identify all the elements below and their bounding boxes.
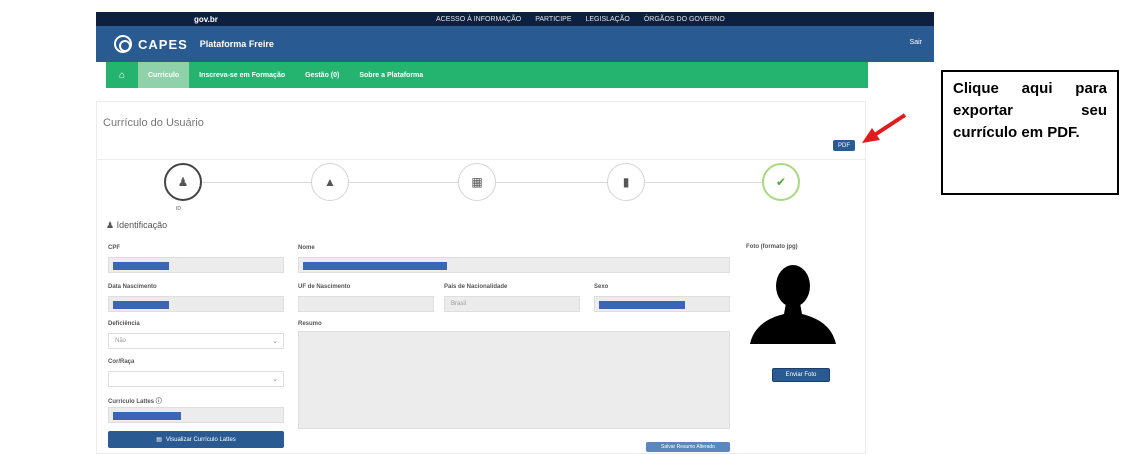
view-lattes-label: Visualizar Currículo Lattes [165, 436, 236, 443]
deficiencia-label: Deficiência [108, 321, 140, 327]
divider [97, 159, 865, 160]
document-icon: ▦ [471, 175, 483, 189]
view-lattes-button[interactable]: ▤ Visualizar Currículo Lattes [108, 431, 284, 448]
main-nav: ⌂ Currículo Inscreva-se em Formação Gest… [106, 62, 868, 88]
step-caption: ID [176, 206, 181, 212]
lattes-value-redacted [113, 412, 181, 420]
page-title: Currículo do Usuário [103, 117, 204, 129]
section-title-text: Identificação [116, 220, 168, 230]
cor-raca-select[interactable]: ⌄ [108, 371, 284, 387]
resumo-label: Resumo [298, 321, 322, 327]
lattes-field[interactable] [108, 407, 284, 423]
annotation-callout: Clique aqui para exportar seu currículo … [941, 70, 1119, 195]
file-icon: ▤ [156, 437, 162, 443]
lattes-label-text: Currículo Lattes [108, 399, 155, 405]
sexo-label: Sexo [594, 284, 609, 290]
brand[interactable]: CAPES Plataforma Freire [114, 35, 274, 53]
avatar-silhouette-icon [750, 265, 836, 344]
gov-link-orgaos[interactable]: ÓRGÃOS DO GOVERNO [644, 16, 725, 23]
gov-top-bar: gov.br ACESSO À INFORMAÇÃO PARTICIPE LEG… [96, 12, 934, 26]
user-area: Sair [900, 39, 922, 46]
cor-raca-label: Cor/Raça [108, 359, 135, 365]
brand-name: CAPES [138, 36, 188, 52]
gov-link-participe[interactable]: PARTICIPE [535, 16, 571, 23]
birth-date-label: Data Nascimento [108, 284, 157, 290]
cpf-value-redacted [113, 262, 169, 270]
gov-link-legislacao[interactable]: LEGISLAÇÃO [586, 16, 630, 23]
profile-photo [746, 256, 840, 348]
capes-logo-icon [114, 35, 132, 53]
export-pdf-button[interactable]: PDF [833, 140, 855, 151]
nav-item-gestao[interactable]: Gestão (0) [295, 62, 349, 88]
check-icon: ✔ [775, 175, 787, 189]
section-title: ♟ Identificação [106, 220, 167, 231]
chevron-down-icon: ⌄ [272, 338, 278, 345]
save-resume-button[interactable]: Salvar Resumo Alterado [646, 442, 730, 452]
product-name: Plataforma Freire [199, 39, 274, 49]
uf-nascimento-label: UF de Nascimento [298, 284, 351, 290]
gov-logo[interactable]: gov.br [194, 15, 218, 24]
uf-nascimento-field[interactable] [298, 296, 434, 312]
step-identification[interactable]: ♟ [164, 163, 202, 201]
deficiencia-value: Não [115, 338, 127, 344]
book-icon: ▮ [622, 175, 630, 189]
deficiencia-select[interactable]: Não ⌄ [108, 333, 284, 349]
nav-item-curriculo[interactable]: Currículo [138, 62, 190, 88]
step-complete[interactable]: ✔ [762, 163, 800, 201]
gov-links: ACESSO À INFORMAÇÃO PARTICIPE LEGISLAÇÃO… [422, 16, 725, 23]
birth-date-field[interactable] [108, 296, 284, 312]
capes-header: CAPES Plataforma Freire Sair [96, 26, 934, 62]
user-icon: ♟ [177, 175, 189, 189]
step-documents[interactable]: ▦ [458, 163, 496, 201]
pais-field[interactable]: Brasil [444, 296, 580, 312]
graduation-cap-icon: ▲ [324, 175, 336, 189]
nome-label: Nome [298, 245, 315, 251]
pais-label: País de Nacionalidade [444, 284, 508, 290]
nome-field[interactable] [298, 257, 730, 273]
step-education[interactable]: ▲ [311, 163, 349, 201]
logout-link[interactable]: Sair [910, 39, 922, 46]
person-icon: ♟ [106, 220, 115, 230]
send-photo-button[interactable]: Enviar Foto [772, 368, 830, 382]
pais-value: Brasil [451, 301, 467, 307]
nav-item-inscreva-se[interactable]: Inscreva-se em Formação [189, 62, 295, 88]
page: gov.br ACESSO À INFORMAÇÃO PARTICIPE LEG… [0, 0, 1123, 454]
chevron-down-icon: ⌄ [272, 376, 278, 383]
step-books[interactable]: ▮ [607, 163, 645, 201]
sexo-value-redacted [599, 301, 685, 309]
birth-date-value-redacted [113, 301, 169, 309]
info-icon[interactable]: ⓘ [156, 399, 162, 405]
home-icon[interactable]: ⌂ [106, 70, 138, 81]
cpf-field[interactable] [108, 257, 284, 273]
nome-value-redacted [303, 262, 447, 270]
photo-label: Foto (formato jpg) [746, 244, 798, 250]
cpf-label: CPF [108, 245, 120, 251]
gov-link-acesso[interactable]: ACESSO À INFORMAÇÃO [436, 16, 521, 23]
nav-item-sobre[interactable]: Sobre a Plataforma [349, 62, 433, 88]
lattes-label: Currículo Lattes ⓘ [108, 396, 162, 405]
resumo-textarea[interactable] [298, 331, 730, 429]
sexo-field[interactable] [594, 296, 730, 312]
